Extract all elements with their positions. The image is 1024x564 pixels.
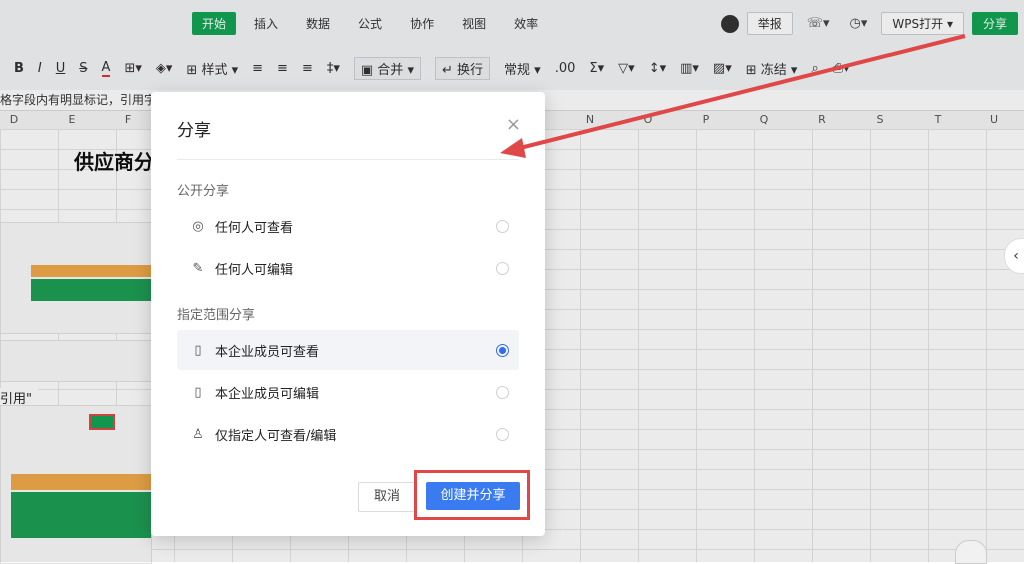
option-label: 任何人可编辑 [215,262,294,278]
option-org-edit[interactable]: ▯ 本企业成员可编辑 [177,372,519,412]
radio-anyone-view[interactable] [496,219,509,233]
dialog-title: 分享 [177,121,211,141]
divider [177,159,519,160]
annotation-highlight-box [414,470,530,520]
option-anyone-edit[interactable]: ✎ 任何人可编辑 [177,248,519,288]
cancel-button[interactable]: 取消 [358,482,416,512]
option-label: 本企业成员可查看 [215,344,320,360]
radio-org-edit[interactable] [496,385,509,399]
radio-org-view[interactable] [496,343,509,357]
person-icon: ♙ [192,426,204,442]
eye-icon: ◎ [192,218,204,234]
option-org-view[interactable]: ▯ 本企业成员可查看 [177,330,519,370]
scoped-share-heading: 指定范围分享 [177,308,256,323]
option-label: 任何人可查看 [215,220,294,236]
assistant-mascot-icon[interactable] [955,540,987,564]
radio-anyone-edit[interactable] [496,261,509,275]
option-specified-people[interactable]: ♙ 仅指定人可查看/编辑 [177,414,519,454]
spreadsheet-app: 开始 插入 数据 公式 协作 视图 效率 举报 ☏▾ ◷▾ WPS打开 ▾ 分享… [0,0,1024,564]
close-icon[interactable]: × [506,114,521,135]
option-label: 仅指定人可查看/编辑 [215,428,337,444]
pencil-icon: ✎ [192,260,204,276]
building-icon: ▯ [194,342,202,358]
building-icon: ▯ [194,384,202,400]
option-anyone-view[interactable]: ◎ 任何人可查看 [177,206,519,246]
public-share-heading: 公开分享 [177,184,230,199]
radio-specified-people[interactable] [496,427,509,441]
option-label: 本企业成员可编辑 [215,386,320,402]
